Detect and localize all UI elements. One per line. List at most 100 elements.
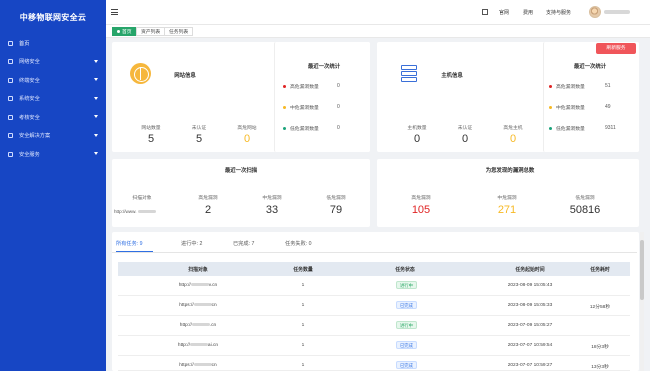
- sidebar-item-security-solutions[interactable]: 安全解决方案: [0, 127, 106, 146]
- column-header-start-time: 任务起始时间: [515, 268, 545, 273]
- row-count: 1: [301, 323, 305, 328]
- site-medium-vuln-value: 0: [337, 104, 340, 110]
- status-badge: 进行中: [396, 281, 417, 289]
- fullscreen-icon[interactable]: [482, 9, 488, 15]
- page-scrollbar-thumb[interactable]: [640, 240, 644, 300]
- host-low-vuln-row: 低危漏洞数量: [549, 125, 585, 132]
- scan-low-header: 低危漏洞: [326, 196, 346, 201]
- scan-high-header: 高危漏洞: [198, 196, 218, 201]
- sidebar-item-label: 系统安全: [19, 96, 40, 103]
- row-target[interactable]: https:// cn: [158, 303, 238, 308]
- row-start-time: 2023-07-07 10:59:54: [507, 343, 553, 348]
- sidebar-item-label: 考核安全: [19, 114, 40, 121]
- found-medium-header: 中危漏洞: [497, 196, 517, 201]
- sidebar-menu: 首页 网络安全 终端安全 系统安全 考核安全 安全解决方案 安全服务: [0, 34, 106, 164]
- sidebar-item-home[interactable]: 首页: [0, 34, 106, 53]
- row-count: 1: [301, 283, 305, 288]
- target-prefix: http://: [179, 323, 192, 328]
- task-tab-all[interactable]: 所有任务: 9: [116, 240, 143, 247]
- target-prefix: http://: [178, 283, 191, 288]
- column-header-count: 任务数量: [293, 268, 313, 273]
- site-high-risk-label: 高危网站: [237, 126, 257, 131]
- row-duration: 13分3秒: [591, 365, 609, 370]
- task-tab-completed[interactable]: 已完成: 7: [233, 240, 254, 247]
- host-high-vuln-row: 高危漏洞数量: [549, 83, 585, 90]
- refresh-service-button[interactable]: 刷新服务: [596, 43, 636, 54]
- redacted-text: [193, 303, 212, 307]
- row-start-time: 2023-08-09 15:05:43: [507, 283, 553, 288]
- orange-dot-icon: [283, 106, 286, 109]
- menu-toggle-icon[interactable]: [111, 9, 118, 15]
- host-medium-vuln-row: 中危漏洞数量: [549, 104, 585, 111]
- site-low-vuln-row: 低危漏洞数量: [283, 125, 319, 132]
- username-redacted[interactable]: [604, 10, 630, 14]
- host-latest-stats-title: 最近一次统计: [573, 64, 607, 70]
- site-high-vuln-label: 高危漏洞数量: [290, 85, 319, 90]
- system-icon: [8, 96, 13, 102]
- status-badge: 进行中: [396, 321, 417, 329]
- row-target[interactable]: https:// cn: [158, 363, 238, 368]
- redacted-text: [189, 343, 208, 347]
- nav-link-official-site[interactable]: 官网: [499, 9, 509, 16]
- red-dot-icon: [549, 85, 552, 88]
- host-latest-stats-panel: [543, 42, 639, 152]
- site-high-vuln-row: 高危漏洞数量: [283, 83, 319, 90]
- tab-home[interactable]: 首页: [112, 27, 137, 36]
- server-icon: [401, 65, 417, 83]
- host-high-vuln-value: 51: [605, 83, 611, 89]
- row-target[interactable]: http:// ai.cn: [158, 343, 238, 348]
- column-header-target: 扫描对象: [188, 268, 208, 273]
- sidebar-item-terminal-security[interactable]: 终端安全: [0, 71, 106, 90]
- network-icon: [8, 59, 13, 65]
- sidebar-item-network-security[interactable]: 网络安全: [0, 53, 106, 72]
- table-row[interactable]: https:// cn 1 已完成 2023-07-07 10:59:27 13分…: [118, 356, 630, 371]
- table-row[interactable]: http:// ai.cn 1 已完成 2023-07-07 10:59:54 1…: [118, 336, 630, 356]
- home-icon: [8, 40, 13, 46]
- sidebar-item-label: 终端安全: [19, 77, 40, 84]
- tab-asset-list[interactable]: 资产列表: [136, 27, 166, 36]
- scan-target-header: 扫描对象: [132, 196, 152, 201]
- chevron-down-icon: [94, 152, 98, 155]
- row-start-time: 2023-08-09 15:05:33: [507, 303, 553, 308]
- service-icon: [8, 151, 13, 157]
- row-duration: 12分58秒: [589, 305, 611, 310]
- scan-medium-header: 中危漏洞: [262, 196, 282, 201]
- sidebar-item-system-security[interactable]: 系统安全: [0, 90, 106, 109]
- site-medium-vuln-row: 中危漏洞数量: [283, 104, 319, 111]
- sidebar-item-security-services[interactable]: 安全服务: [0, 145, 106, 164]
- task-tab-failed[interactable]: 任务失败: 0: [285, 240, 312, 247]
- scan-target-text: http://www.: [114, 209, 137, 214]
- last-scan-title: 最近一次扫描: [224, 168, 258, 174]
- active-tab-indicator: [116, 251, 153, 252]
- target-suffix: v.cn: [208, 283, 218, 288]
- table-row[interactable]: http:// .cn 1 进行中 2023-07-09 15:05:27: [118, 316, 630, 336]
- scan-target-value[interactable]: http://www.: [114, 209, 156, 214]
- host-count-label: 主机数量: [407, 126, 427, 131]
- site-unverified-label: 未认证: [191, 126, 207, 131]
- sidebar-item-assessment-security[interactable]: 考核安全: [0, 108, 106, 127]
- tab-task-list[interactable]: 任务列表: [164, 27, 194, 36]
- host-high-vuln-label: 高危漏洞数量: [556, 85, 585, 90]
- row-start-time: 2023-07-07 10:59:27: [507, 363, 553, 368]
- nav-link-support[interactable]: 支持与服务: [546, 9, 571, 16]
- chevron-down-icon: [94, 115, 98, 118]
- found-low-header: 低危漏洞: [575, 196, 595, 201]
- avatar[interactable]: [589, 6, 601, 18]
- task-tab-running[interactable]: 进行中: 2: [181, 240, 202, 247]
- red-dot-icon: [283, 85, 286, 88]
- table-row[interactable]: http:// v.cn 1 进行中 2023-08-09 15:05:43: [118, 276, 630, 296]
- scan-high-value: 2: [204, 204, 212, 216]
- sidebar-item-label: 首页: [19, 40, 30, 47]
- target-suffix: .cn: [209, 323, 217, 328]
- status-badge: 已完成: [396, 341, 417, 349]
- row-target[interactable]: http:// v.cn: [158, 283, 238, 288]
- site-unverified-value: 5: [195, 133, 203, 145]
- table-row[interactable]: https:// cn 1 已完成 2023-08-09 15:05:33 12分…: [118, 296, 630, 316]
- green-dot-icon: [549, 127, 552, 130]
- nav-link-fees[interactable]: 费用: [523, 9, 533, 16]
- sidebar-item-label: 安全解决方案: [19, 133, 51, 140]
- found-medium-value: 271: [497, 204, 517, 216]
- sidebar: 中移物联网安全云 首页 网络安全 终端安全 系统安全 考核安全 安全解决方案 安…: [0, 0, 106, 371]
- row-target[interactable]: http:// .cn: [158, 323, 238, 328]
- orange-dot-icon: [549, 106, 552, 109]
